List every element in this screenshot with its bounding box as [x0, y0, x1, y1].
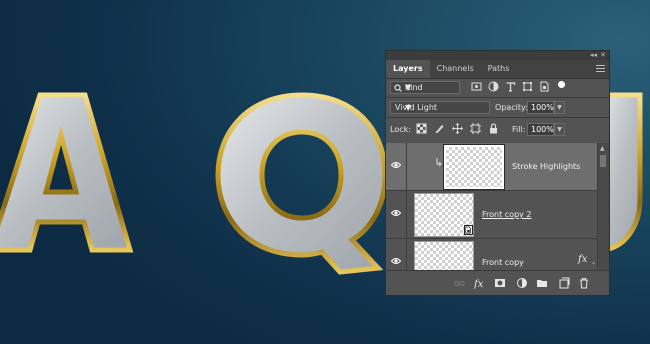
- letter-q-glyph: Q: [0, 0, 1, 1]
- svg-text:fx: fx: [474, 279, 484, 289]
- link-layers-icon[interactable]: GO: [454, 277, 466, 289]
- shape-filter-icon[interactable]: [522, 81, 533, 92]
- panel-menu-icon[interactable]: [596, 65, 605, 73]
- chevron-down-icon: ▼: [405, 83, 412, 92]
- lock-label: Lock:: [390, 125, 411, 134]
- image-filter-icon[interactable]: [471, 81, 482, 92]
- scroll-up-icon[interactable]: ▲: [600, 145, 605, 152]
- lock-all-icon[interactable]: [488, 123, 499, 134]
- blend-row: Vivid Light ▼ Opacity: 100% ▼: [386, 101, 609, 114]
- lock-position-icon[interactable]: [452, 123, 463, 134]
- fill-label: Fill:: [512, 125, 526, 134]
- new-adjustment-layer-icon[interactable]: [516, 277, 528, 289]
- svg-text:GO: GO: [454, 280, 465, 288]
- panel-tabs: Layers Channels Paths: [386, 60, 609, 79]
- delete-layer-icon[interactable]: [578, 277, 590, 289]
- tab-paths[interactable]: Paths: [481, 60, 517, 78]
- layers-panel: ◂◂ ✕ Layers Channels Paths Kind ▼ Vivid …: [385, 50, 610, 296]
- layer-list-scrollbar[interactable]: ▲: [597, 143, 609, 270]
- layer-row-stroke-highlights[interactable]: Stroke Highlights: [386, 143, 597, 191]
- eye-icon[interactable]: [391, 209, 401, 217]
- letter-u-glyph: U: [0, 0, 1, 1]
- layer-effects-icon[interactable]: fx: [578, 254, 587, 265]
- lock-row: Lock: Fill: 100% ▼: [386, 123, 609, 136]
- fill-input[interactable]: 100%: [527, 123, 554, 136]
- visibility-toggle[interactable]: [386, 239, 407, 270]
- chevron-down-icon[interactable]: ⌄: [591, 259, 596, 266]
- close-panel-button[interactable]: ✕: [600, 51, 606, 60]
- lock-image-pixels-icon[interactable]: [434, 123, 445, 134]
- filter-row: Kind ▼: [386, 81, 609, 94]
- layer-name[interactable]: Front copy: [482, 258, 524, 268]
- eye-icon[interactable]: [391, 257, 401, 265]
- letter-a: A: [0, 0, 134, 253]
- layer-list: Stroke Highlights Front copy 2 Front cop…: [386, 143, 609, 270]
- blend-mode-select[interactable]: Vivid Light ▼: [390, 101, 490, 114]
- add-layer-mask-icon[interactable]: [494, 277, 506, 289]
- layer-name[interactable]: Front copy 2: [482, 210, 532, 220]
- search-icon: [394, 84, 402, 92]
- collapse-panel-button[interactable]: ◂◂: [590, 51, 597, 60]
- new-layer-icon[interactable]: [558, 277, 570, 289]
- filter-kind-select[interactable]: Kind ▼: [390, 81, 460, 94]
- layer-row-front-copy-2[interactable]: Front copy 2: [386, 191, 597, 239]
- fill-slider-toggle[interactable]: ▼: [554, 123, 565, 136]
- visibility-toggle[interactable]: [386, 191, 407, 238]
- visibility-toggle[interactable]: [386, 143, 407, 190]
- clipping-mask-icon: [436, 158, 442, 167]
- tab-channels[interactable]: Channels: [430, 60, 481, 78]
- lock-artboard-icon[interactable]: [470, 123, 481, 134]
- lock-transparent-pixels-icon[interactable]: [416, 123, 427, 134]
- panel-titlebar[interactable]: ◂◂ ✕: [386, 51, 609, 60]
- scrollbar-thumb[interactable]: [600, 155, 606, 167]
- layer-thumbnail[interactable]: [443, 144, 505, 190]
- layers-bottom-bar: GO fx: [386, 270, 609, 295]
- tab-layers[interactable]: Layers: [386, 60, 430, 78]
- smart-object-badge-icon: [464, 225, 473, 235]
- layer-thumbnail[interactable]: [414, 241, 474, 270]
- smart-object-filter-icon[interactable]: [539, 81, 550, 92]
- new-group-icon[interactable]: [536, 277, 548, 289]
- opacity-slider-toggle[interactable]: ▼: [554, 101, 565, 114]
- letter-a-glyph: A: [0, 0, 1, 1]
- layer-row-front-copy[interactable]: Front copy fx ⌄: [386, 239, 597, 270]
- add-layer-style-icon[interactable]: fx: [474, 277, 486, 289]
- filter-toggle-icon[interactable]: [556, 79, 567, 90]
- opacity-input[interactable]: 100%: [527, 101, 554, 114]
- adjustment-filter-icon[interactable]: [488, 81, 499, 92]
- opacity-label: Opacity:: [495, 103, 528, 112]
- eye-icon[interactable]: [391, 161, 401, 169]
- chevron-down-icon: ▼: [405, 103, 412, 112]
- layer-name[interactable]: Stroke Highlights: [512, 162, 580, 172]
- type-filter-icon[interactable]: [505, 81, 516, 92]
